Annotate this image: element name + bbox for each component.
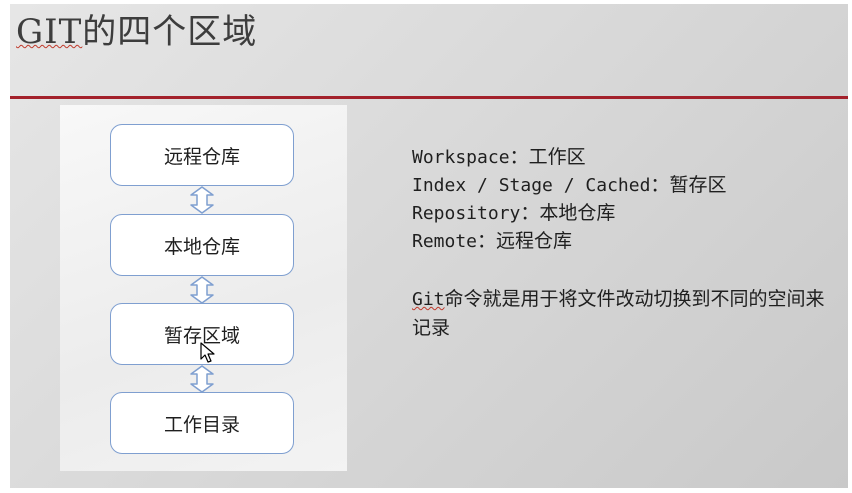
node-remote-repo: 远程仓库 [110, 124, 294, 186]
definition-separator: ： [477, 230, 497, 252]
definition-line: Index / Stage / Cached：暂存区 [412, 171, 837, 199]
mouse-cursor-icon [200, 342, 215, 363]
slide: GIT的四个区域 远程仓库 本地仓库 暂存区域 工作目录 Workspace：工… [10, 4, 848, 488]
definition-separator: ： [650, 174, 670, 196]
definitions-text: Workspace：工作区 Index / Stage / Cached：暂存区… [412, 143, 837, 342]
title-divider [10, 96, 848, 99]
node-local-repo: 本地仓库 [110, 214, 294, 276]
title-git-word: GIT [16, 12, 83, 52]
definition-meaning: 本地仓库 [539, 202, 616, 224]
definition-line: Remote：远程仓库 [412, 227, 837, 255]
definition-separator: ： [520, 202, 540, 224]
node-working-dir: 工作目录 [110, 392, 294, 454]
areas-diagram: 远程仓库 本地仓库 暂存区域 工作目录 [60, 105, 347, 471]
title-rest: 的四个区域 [82, 12, 258, 52]
paragraph-rest: 命令就是用于将文件改动切换到不同的空间来记录 [412, 288, 825, 339]
double-arrow-icon [190, 365, 214, 393]
slide-title: GIT的四个区域 [16, 4, 257, 53]
definition-meaning: 远程仓库 [496, 230, 573, 252]
definition-line: Repository：本地仓库 [412, 199, 837, 227]
double-arrow-icon [190, 276, 214, 304]
definition-term: Remote [412, 231, 478, 252]
definition-meaning: 工作区 [528, 146, 586, 168]
paragraph-git-word: Git [412, 289, 445, 310]
double-arrow-icon [190, 186, 214, 214]
definition-term: Index / Stage / Cached [412, 175, 651, 196]
definition-separator: ： [509, 146, 529, 168]
summary-paragraph: Git命令就是用于将文件改动切换到不同的空间来记录 [412, 285, 837, 342]
definition-term: Workspace [412, 147, 510, 168]
definition-line: Workspace：工作区 [412, 143, 837, 171]
definition-meaning: 暂存区 [669, 174, 727, 196]
definition-term: Repository [412, 203, 521, 224]
